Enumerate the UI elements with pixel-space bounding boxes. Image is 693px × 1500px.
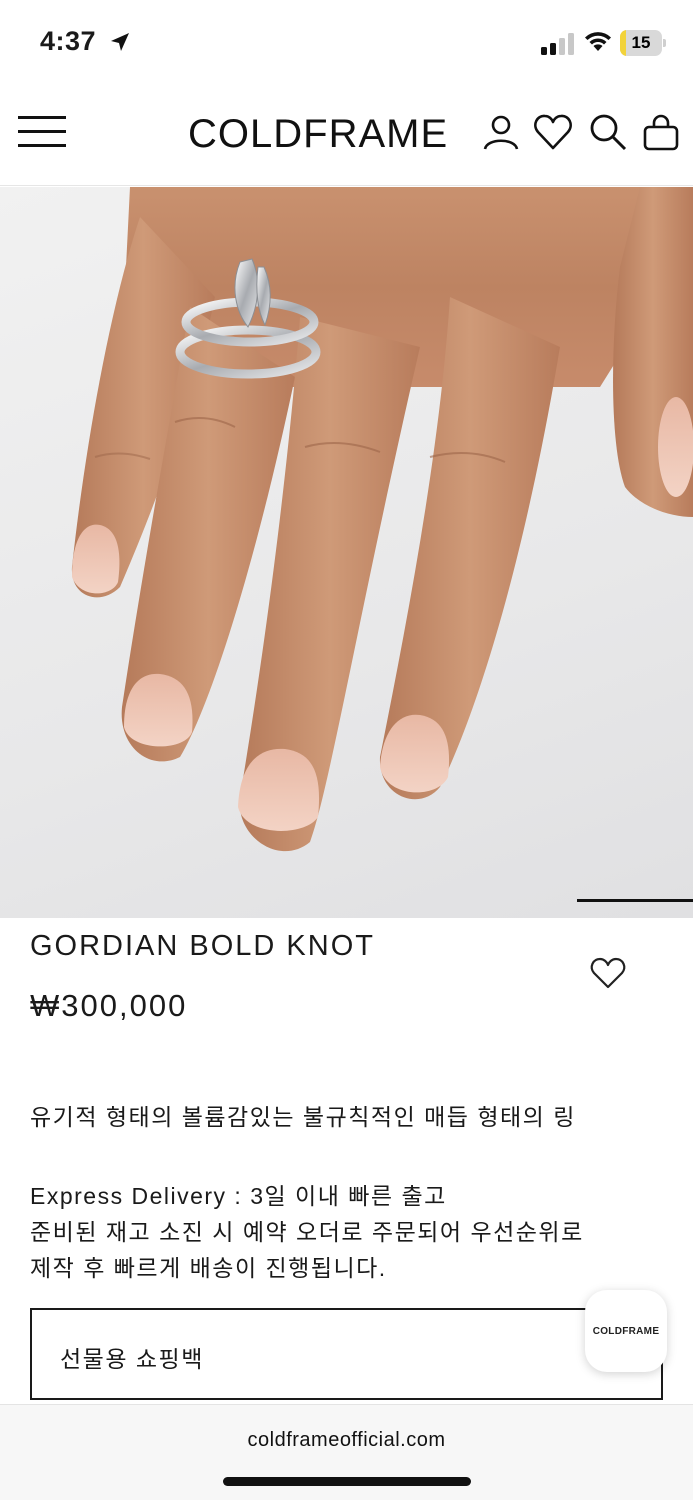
- status-bar: 4:37 15: [0, 0, 693, 86]
- chat-button[interactable]: COLDFRAME: [585, 1290, 667, 1372]
- delivery-line: Express Delivery : 3일 이내 빠른 출고: [30, 1183, 447, 1209]
- battery-level-text: 15: [631, 33, 651, 52]
- site-header: COLDFRAME: [0, 86, 693, 186]
- location-arrow-icon: [111, 33, 129, 51]
- delivery-info: Express Delivery : 3일 이내 빠른 출고 준비된 재고 소진…: [30, 1178, 584, 1286]
- slide-progress-bar: [577, 899, 693, 902]
- shopping-bag-icon[interactable]: [641, 112, 681, 152]
- status-time: 4:37: [40, 26, 97, 56]
- delivery-line: 준비된 재고 소진 시 예약 오더로 주문되어 우선순위로: [30, 1219, 584, 1245]
- cellular-signal-icon: [541, 33, 574, 55]
- gift-bag-option-select[interactable]: 선물용 쇼핑백: [30, 1308, 663, 1400]
- home-indicator[interactable]: [223, 1477, 471, 1486]
- url-text[interactable]: coldframeofficial.com: [0, 1429, 693, 1452]
- product-image-carousel[interactable]: [0, 187, 693, 918]
- wishlist-heart-icon[interactable]: [533, 112, 573, 152]
- product-name: GORDIAN BOLD KNOT: [30, 930, 375, 962]
- site-logo[interactable]: COLDFRAME: [188, 112, 448, 157]
- product-description: 유기적 형태의 볼륨감있는 불규칙적인 매듭 형태의 링: [30, 1104, 576, 1130]
- product-price: ₩300,000: [30, 988, 188, 1023]
- battery-icon: 15: [620, 30, 666, 56]
- account-icon[interactable]: [481, 112, 521, 152]
- chat-button-label: COLDFRAME: [592, 1325, 660, 1337]
- wifi-icon: [585, 32, 611, 51]
- product-wishlist-heart-icon[interactable]: [588, 953, 628, 993]
- hamburger-menu-icon[interactable]: [18, 116, 66, 150]
- ring-on-hand-photo: [71, 187, 693, 852]
- browser-url-bar[interactable]: coldframeofficial.com: [0, 1404, 693, 1500]
- search-icon[interactable]: [588, 112, 628, 152]
- gift-bag-option-label: 선물용 쇼핑백: [60, 1346, 204, 1372]
- delivery-line: 제작 후 빠르게 배송이 진행됩니다.: [30, 1255, 387, 1281]
